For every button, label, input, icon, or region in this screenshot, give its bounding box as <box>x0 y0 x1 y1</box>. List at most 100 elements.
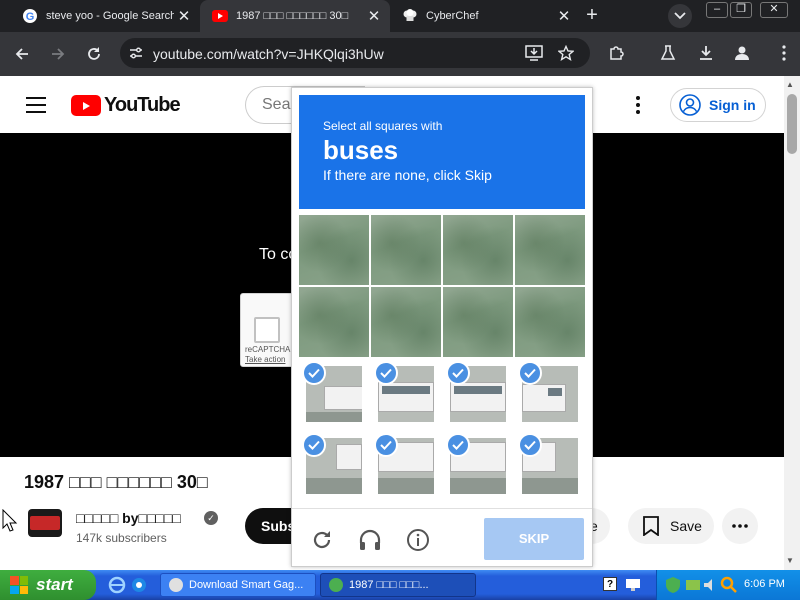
url-text[interactable]: youtube.com/watch?v=JHKQlqi3hUw <box>153 46 384 62</box>
skip-button[interactable]: SKIP <box>484 518 584 560</box>
downloads-button[interactable] <box>694 41 718 65</box>
arrow-right-icon <box>52 48 65 60</box>
challenge-hint: If there are none, click Skip <box>323 167 492 183</box>
challenge-instruction: Select all squares with <box>323 119 443 133</box>
captcha-tile[interactable] <box>515 287 585 357</box>
taskbar-item[interactable]: Download Smart Gag... <box>160 573 316 597</box>
tune-icon <box>130 47 142 59</box>
recaptcha-action-link[interactable]: Take action <box>245 355 285 364</box>
profile-button[interactable] <box>730 41 754 65</box>
maximize-button[interactable]: ❐ <box>730 2 752 18</box>
extensions-button[interactable] <box>604 41 628 65</box>
scrollbar-thumb[interactable] <box>787 94 797 154</box>
captcha-tile[interactable] <box>443 215 513 285</box>
reload-button[interactable] <box>82 42 106 66</box>
window-icon <box>169 578 183 592</box>
captcha-tile[interactable] <box>371 287 441 357</box>
chef-hat-icon <box>402 8 418 24</box>
captcha-tile[interactable] <box>371 215 441 285</box>
install-icon <box>525 45 543 61</box>
verified-icon: ✓ <box>204 511 218 525</box>
back-button[interactable] <box>10 42 34 66</box>
search-icon[interactable] <box>720 576 738 594</box>
more-actions-button[interactable] <box>722 508 758 544</box>
more-horiz-icon <box>732 524 748 528</box>
star-icon <box>558 45 574 61</box>
start-label: start <box>36 575 73 594</box>
install-app-button[interactable] <box>522 41 546 65</box>
internet-explorer-icon[interactable] <box>108 576 126 594</box>
check-icon <box>518 433 542 457</box>
account-icon <box>679 94 701 116</box>
recaptcha-checkbox[interactable] <box>254 317 280 343</box>
menu-icon[interactable] <box>26 97 46 113</box>
tab-cyberchef[interactable]: CyberChef ✕ <box>390 0 580 32</box>
video-title: 1987 □□□ □□□□□□ 30□ <box>24 472 208 492</box>
check-icon <box>446 361 470 385</box>
subscriber-count: 147k subscribers <box>76 531 167 545</box>
browser-menu-button[interactable] <box>772 41 796 65</box>
close-tab-icon[interactable]: ✕ <box>364 7 384 25</box>
connection-icon[interactable] <box>684 576 702 594</box>
captcha-tile[interactable] <box>443 287 513 357</box>
forward-button[interactable] <box>46 42 70 66</box>
check-icon <box>374 361 398 385</box>
new-tab-button[interactable]: + <box>580 4 604 28</box>
reload-challenge-button[interactable] <box>308 526 336 554</box>
audio-challenge-button[interactable] <box>356 526 384 554</box>
youtube-logo[interactable]: YouTube <box>71 94 181 117</box>
close-window-button[interactable]: ✕ <box>760 2 788 18</box>
scroll-up-arrow[interactable]: ▲ <box>786 80 794 89</box>
play-icon <box>71 95 101 116</box>
site-info-button[interactable] <box>124 41 148 65</box>
edge-icon[interactable] <box>130 576 148 594</box>
volume-icon[interactable] <box>702 576 720 594</box>
captcha-tile[interactable] <box>515 215 585 285</box>
puzzle-icon <box>610 46 624 60</box>
google-icon: G <box>22 8 38 24</box>
tab-youtube-video[interactable]: 1987 □□□ □□□□□□ 30□ ✕ <box>200 0 390 32</box>
youtube-icon <box>212 8 228 24</box>
sign-in-button[interactable]: Sign in <box>670 88 766 122</box>
shield-icon[interactable] <box>664 576 682 594</box>
check-icon <box>302 433 326 457</box>
challenge-footer-divider <box>292 508 592 509</box>
taskbar-item-label: 1987 □□□ □□□... <box>349 579 429 591</box>
network-icon[interactable] <box>624 576 642 594</box>
svg-text:G: G <box>26 11 35 23</box>
tab-label: 1987 □□□ □□□□□□ 30□ <box>236 10 349 22</box>
taskbar-item-label: Download Smart Gag... <box>189 579 304 591</box>
help-icon[interactable]: ? <box>603 577 617 591</box>
person-icon <box>735 46 749 60</box>
channel-avatar[interactable] <box>28 509 62 537</box>
labs-button[interactable] <box>656 41 680 65</box>
bookmark-button[interactable] <box>554 41 578 65</box>
close-tab-icon[interactable]: ✕ <box>554 7 574 25</box>
scroll-down-arrow[interactable]: ▼ <box>786 556 794 565</box>
check-icon <box>518 361 542 385</box>
more-vert-icon <box>782 45 786 61</box>
recaptcha-brand: reCAPTCHA <box>245 345 291 354</box>
settings-menu-icon[interactable] <box>636 96 642 114</box>
bookmark-icon <box>643 516 659 536</box>
tab-google-search[interactable]: G steve yoo - Google Search ✕ <box>10 0 200 32</box>
save-button[interactable]: Save <box>628 508 714 544</box>
save-label: Save <box>670 518 702 534</box>
youtube-wordmark: YouTube <box>104 94 181 116</box>
start-button[interactable]: start <box>0 570 96 600</box>
chevron-down-icon <box>674 12 686 20</box>
close-tab-icon[interactable]: ✕ <box>174 7 194 25</box>
minimize-button[interactable]: – <box>706 2 728 18</box>
tab-label: CyberChef <box>426 10 479 22</box>
check-icon <box>446 433 470 457</box>
reload-icon <box>88 47 100 60</box>
captcha-tile[interactable] <box>299 287 369 357</box>
tab-label: steve yoo - Google Search <box>46 10 174 22</box>
download-icon <box>700 46 712 60</box>
tab-search-button[interactable] <box>668 4 692 28</box>
channel-name[interactable]: □□□□□ by□□□□□ <box>76 510 181 526</box>
help-button[interactable] <box>404 526 432 554</box>
captcha-tile[interactable] <box>299 215 369 285</box>
check-icon <box>302 361 326 385</box>
taskbar-item-active[interactable]: 1987 □□□ □□□... <box>320 573 476 597</box>
